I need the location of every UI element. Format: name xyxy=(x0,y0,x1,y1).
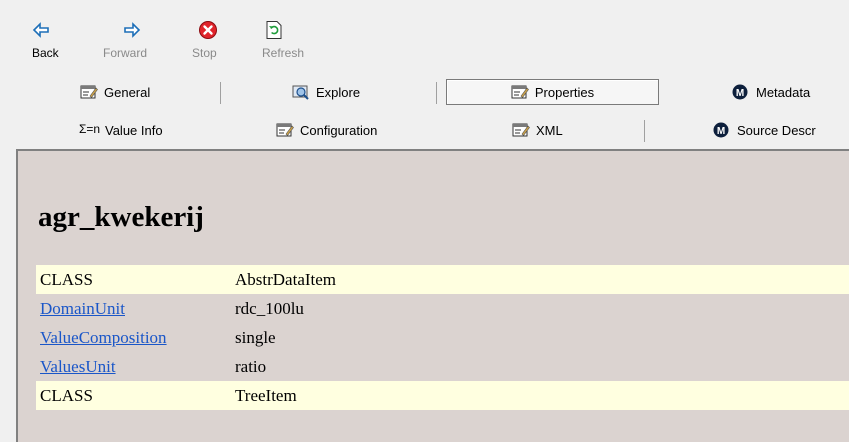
tab-source-descr-label: Source Descr xyxy=(737,122,816,138)
table-row: ValueComposition single xyxy=(36,323,849,352)
tab-separator xyxy=(436,82,437,104)
stop-icon xyxy=(199,21,217,39)
domain-unit-link[interactable]: DomainUnit xyxy=(40,299,125,319)
svg-text:M: M xyxy=(717,126,725,137)
forward-label: Forward xyxy=(103,46,148,60)
toolbar: Back Forward Stop Refresh General Explor… xyxy=(0,0,849,149)
property-key: CLASS xyxy=(40,270,93,289)
table-row: DomainUnit rdc_100lu xyxy=(36,294,849,323)
tab-value-info[interactable]: Σ=n Value Info xyxy=(79,118,163,142)
table-row: CLASS AbstrDataItem xyxy=(36,265,849,294)
refresh-label: Refresh xyxy=(262,46,305,60)
tab-metadata-label: Metadata xyxy=(756,84,811,100)
svg-text:M: M xyxy=(736,88,744,99)
explore-icon xyxy=(292,85,309,100)
property-value: AbstrDataItem xyxy=(235,270,337,289)
properties-icon xyxy=(276,123,294,137)
properties-icon xyxy=(512,123,530,137)
tab-separator xyxy=(644,120,645,142)
tab-configuration-label: Configuration xyxy=(300,122,378,138)
back-label: Back xyxy=(32,46,59,60)
arrow-right-icon xyxy=(124,22,141,38)
tab-properties-label: Properties xyxy=(534,84,595,100)
arrow-left-icon xyxy=(32,22,49,38)
tab-explore-label: Explore xyxy=(316,84,361,100)
properties-icon xyxy=(511,85,529,99)
table-row: ValuesUnit ratio xyxy=(36,352,849,381)
stop-label: Stop xyxy=(192,46,217,60)
tab-value-info-label: Value Info xyxy=(105,122,163,138)
property-key: CLASS xyxy=(40,386,93,405)
property-value: ratio xyxy=(235,357,267,376)
tab-general[interactable]: General xyxy=(80,80,150,104)
refresh-icon xyxy=(266,21,282,39)
tab-source-descr[interactable]: M Source Descr xyxy=(713,118,816,142)
tab-configuration[interactable]: Configuration xyxy=(276,118,377,142)
tab-general-label: General xyxy=(104,84,151,100)
properties-icon xyxy=(80,85,98,99)
forward-button[interactable]: Forward xyxy=(103,14,163,62)
value-composition-link[interactable]: ValueComposition xyxy=(40,328,167,348)
metadata-icon: M xyxy=(732,84,748,100)
tab-properties[interactable]: Properties xyxy=(446,79,659,105)
properties-panel: agr_kwekerij CLASS AbstrDataItem DomainU… xyxy=(16,149,849,442)
back-button[interactable]: Back xyxy=(32,14,92,62)
table-row: CLASS TreeItem xyxy=(36,381,849,410)
stop-button[interactable]: Stop xyxy=(192,14,252,62)
values-unit-link[interactable]: ValuesUnit xyxy=(40,357,116,377)
tab-metadata[interactable]: M Metadata xyxy=(732,80,810,104)
page-title: agr_kwekerij xyxy=(38,201,204,233)
tab-explore[interactable]: Explore xyxy=(292,80,360,104)
property-value: TreeItem xyxy=(235,386,297,405)
tab-xml-label: XML xyxy=(536,122,563,138)
sum-icon: Σ=n xyxy=(79,122,101,136)
property-value: single xyxy=(235,328,276,347)
tab-separator xyxy=(220,82,221,104)
refresh-button[interactable]: Refresh xyxy=(262,14,322,62)
tab-xml[interactable]: XML xyxy=(512,118,563,142)
property-value: rdc_100lu xyxy=(235,299,304,318)
metadata-icon: M xyxy=(713,122,729,138)
